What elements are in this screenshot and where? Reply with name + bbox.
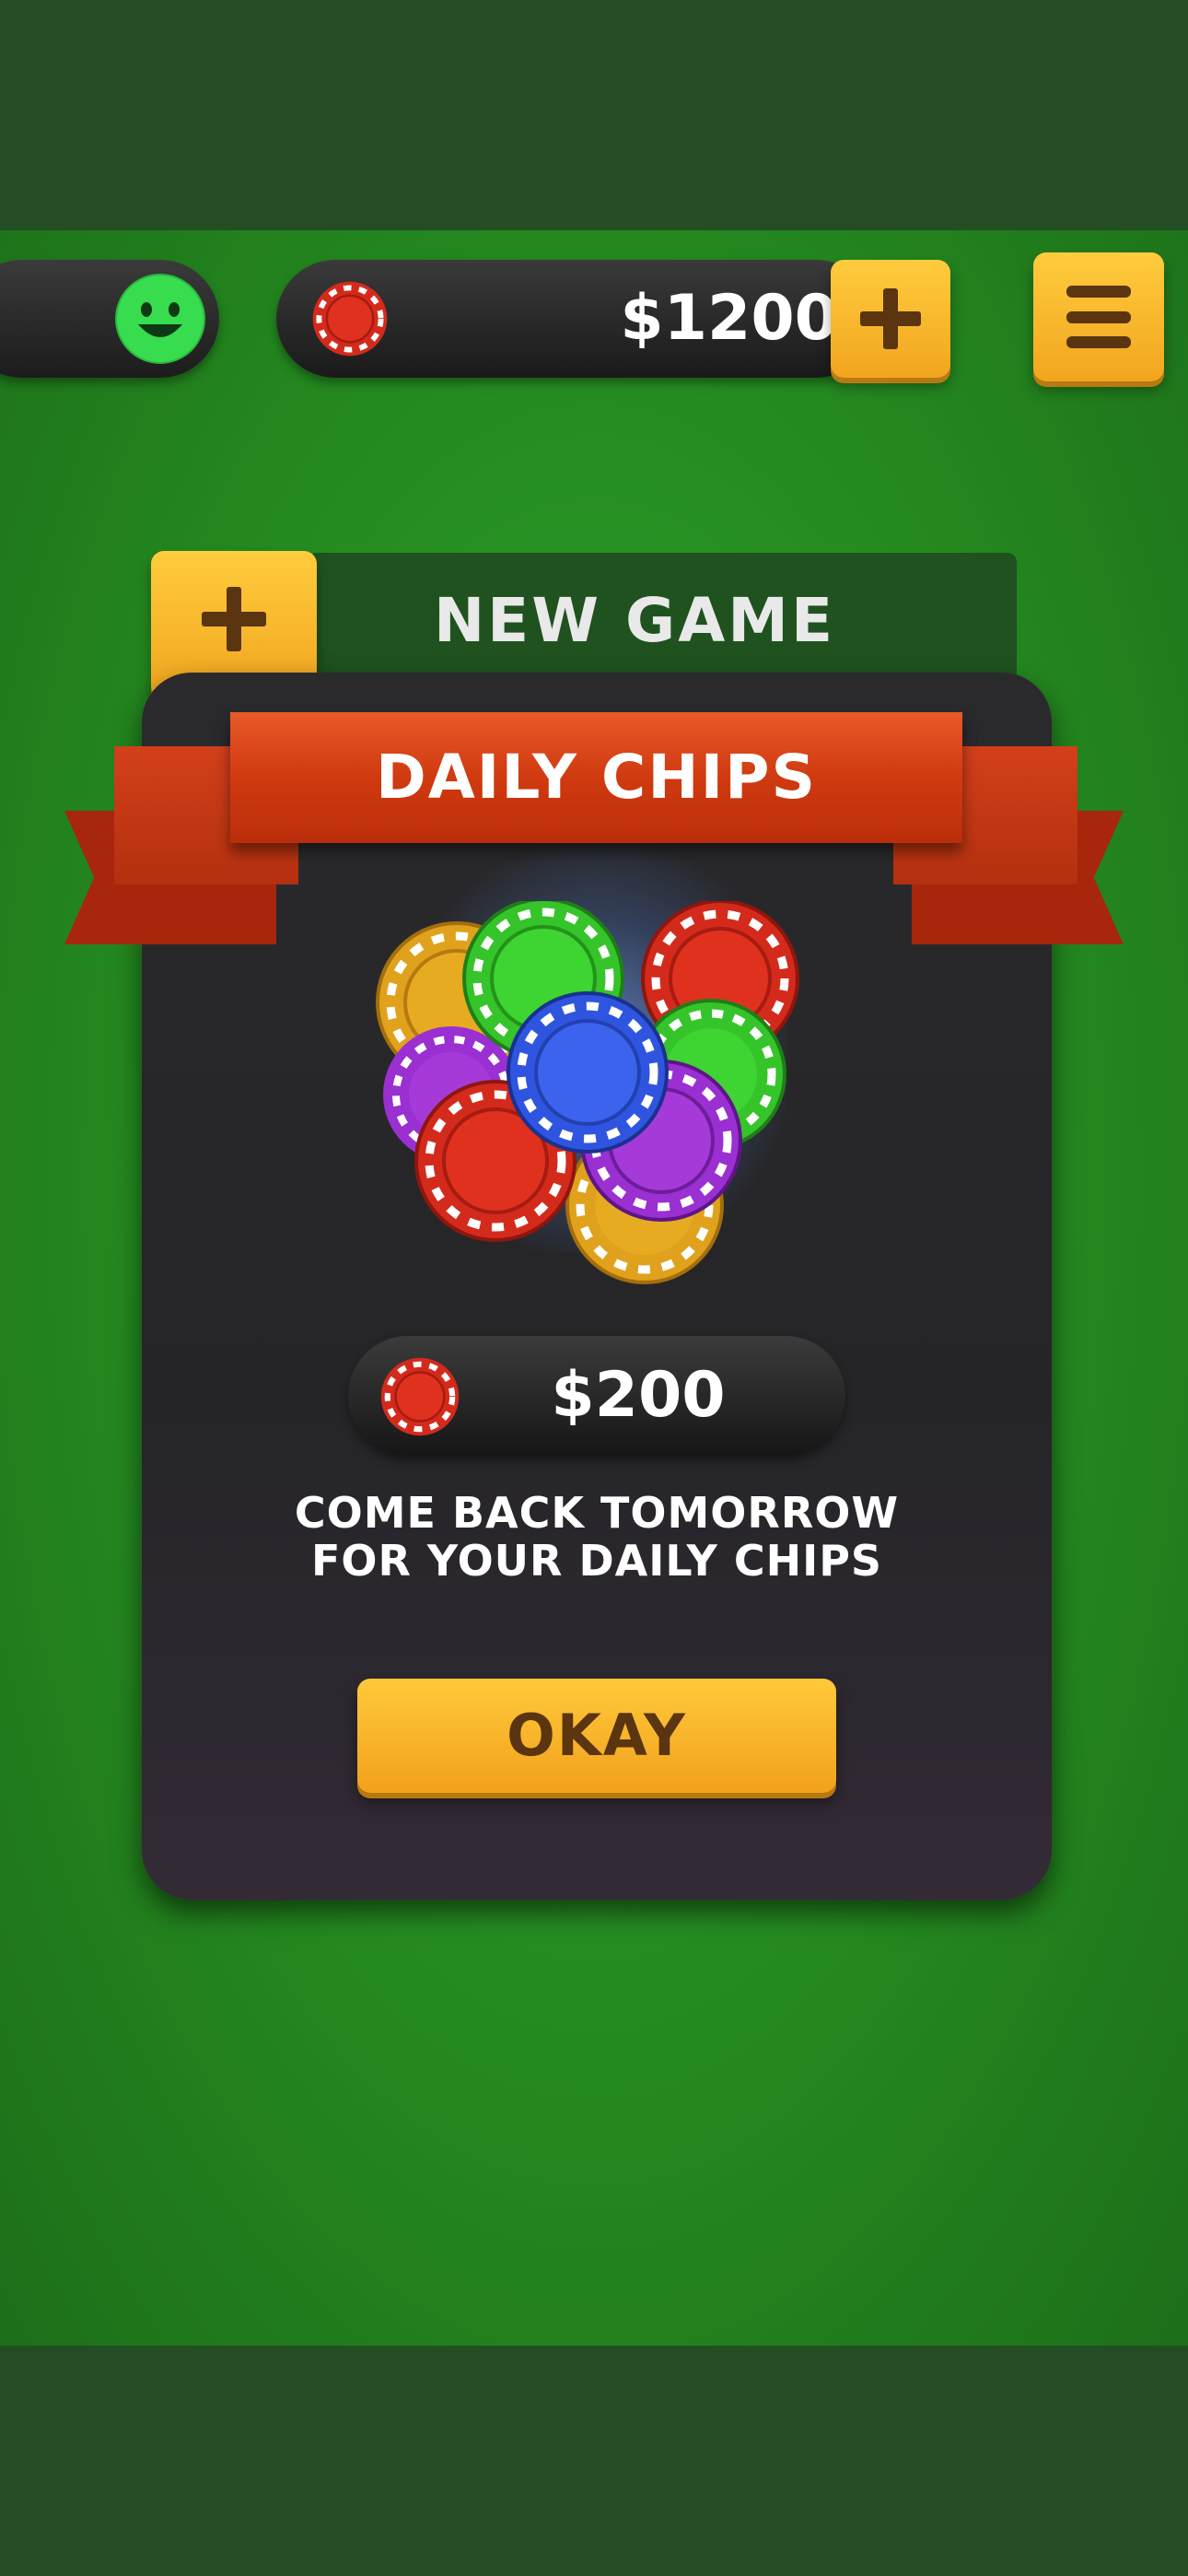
chip-balance-display: $1200 <box>276 260 875 378</box>
red-poker-chip-icon <box>312 281 388 357</box>
daily-chips-message: COME BACK TOMORROW FOR YOUR DAILY CHIPS <box>142 1489 1052 1585</box>
chip-balance-value: $1200 <box>620 282 838 355</box>
poker-chips-pile-icon <box>376 901 799 1284</box>
plus-icon <box>202 586 266 651</box>
dialog-title: DAILY CHIPS <box>375 742 818 813</box>
reward-amount-display: $200 <box>348 1336 845 1456</box>
new-game-label: NEW GAME <box>433 585 836 656</box>
player-avatar-pill[interactable] <box>0 260 219 378</box>
okay-button[interactable]: OKAY <box>357 1679 836 1793</box>
smiley-face-icon <box>115 274 205 364</box>
plus-icon <box>860 288 921 349</box>
message-line-2: FOR YOUR DAILY CHIPS <box>310 1536 883 1586</box>
menu-button[interactable] <box>1033 252 1164 381</box>
dialog-title-ribbon: DAILY CHIPS <box>230 712 962 843</box>
hamburger-menu-icon <box>1066 286 1131 348</box>
reward-amount: $200 <box>551 1359 726 1432</box>
add-chips-button[interactable] <box>831 260 950 378</box>
message-line-1: COME BACK TOMORROW <box>294 1488 900 1538</box>
okay-button-label: OKAY <box>507 1702 687 1769</box>
new-game-bar[interactable]: NEW GAME <box>308 553 1017 689</box>
red-poker-chip-icon <box>380 1357 460 1436</box>
